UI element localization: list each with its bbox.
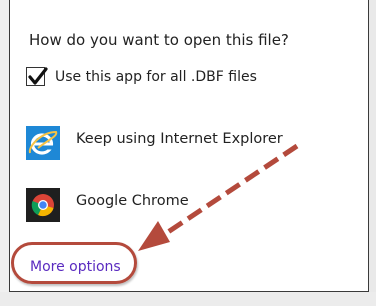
annotation-arrow: [138, 143, 299, 251]
